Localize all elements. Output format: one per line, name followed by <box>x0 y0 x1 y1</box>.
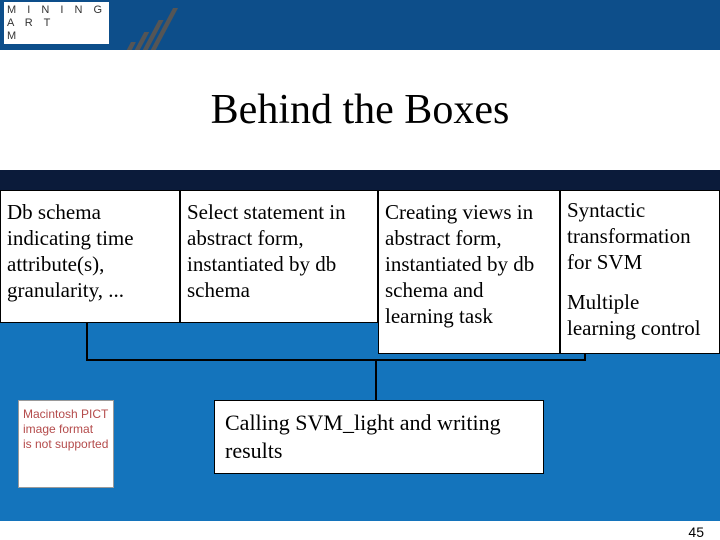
box-creating-views: Creating views in abstract form, instant… <box>378 190 560 354</box>
box-calling-svm: Calling SVM_light and writing results <box>214 400 544 474</box>
header-stripe-dark <box>0 0 720 50</box>
box-db-schema: Db schema indicating time attribute(s), … <box>0 190 180 323</box>
box-svm-transform: Syntactic transformation for SVM Multipl… <box>560 190 720 354</box>
connector-line <box>86 323 88 361</box>
separator-navy <box>0 170 720 190</box>
macintosh-pict-placeholder: Macintosh PICT image format is not suppo… <box>18 400 114 488</box>
pict-line-1: Macintosh PICT <box>23 407 109 422</box>
title-band: Behind the Boxes <box>0 50 720 170</box>
footer-strip <box>0 521 720 540</box>
box-select-stmt: Select statement in abstract form, insta… <box>180 190 378 323</box>
box4-text-2: Multiple learning control <box>567 289 713 341</box>
pict-line-2: image format <box>23 422 109 437</box>
connector-line <box>86 359 586 361</box>
page-number: 45 <box>688 524 704 540</box>
slide-title: Behind the Boxes <box>211 86 510 134</box>
box-row: Db schema indicating time attribute(s), … <box>0 190 720 354</box>
pict-line-3: is not supported <box>23 437 109 452</box>
box4-text-1: Syntactic transformation for SVM <box>567 197 713 275</box>
slide: M I N I N G A R T M Behind the Boxes Db … <box>0 0 720 540</box>
connector-line <box>584 354 586 361</box>
connector-line <box>375 359 377 400</box>
